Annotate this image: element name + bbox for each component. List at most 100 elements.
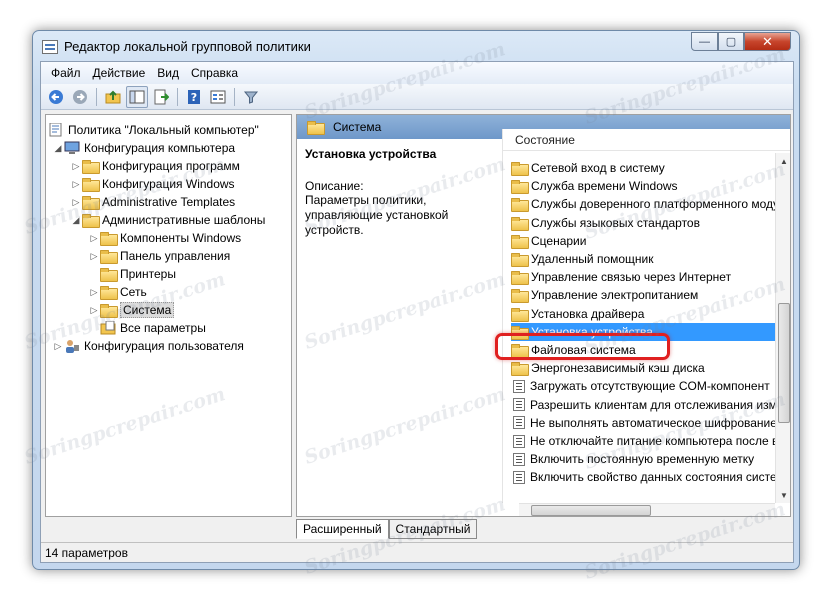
description-panel: Установка устройства Описание: Параметры… [297,139,502,509]
folder-icon [511,289,529,304]
collapsed-arrow-icon[interactable]: ▷ [70,161,82,172]
list-item[interactable]: Службы доверенного платформенного моду [511,195,781,213]
folder-icon [100,286,118,300]
tree-item-root[interactable]: Политика "Локальный компьютер" [48,121,259,139]
tab-extended[interactable]: Расширенный [296,519,389,539]
tab-standard[interactable]: Стандартный [388,519,478,539]
column-header-state[interactable]: Состояние [503,129,790,151]
tree-item-admin-templates-en[interactable]: ▷ Administrative Templates [70,193,235,211]
folder-icon [511,362,529,377]
help-button[interactable]: ? [183,86,205,108]
view-tabs: Расширенный Стандартный [296,519,478,539]
forward-icon [73,89,87,104]
description-label: Описание: [305,179,364,193]
list-item[interactable]: Не выполнять автоматическое шифрование [511,414,781,432]
show-hide-tree-button[interactable] [126,85,148,108]
show-hide-tree-icon [129,90,145,103]
list-item[interactable]: Загружать отсутствующие COM-компонент [511,377,781,395]
tree-item-control-panel[interactable]: ▷ Панель управления [88,247,230,265]
folder-icon [511,198,529,213]
list-item[interactable]: Энергонезависимый кэш диска [511,359,781,377]
settings-list[interactable]: Состояние Сетевой вход в систему Служба в… [502,129,790,503]
list-item[interactable]: Сценарии [511,232,781,250]
open-folder-icon [100,304,118,318]
list-item[interactable]: Не отключайте питание компьютера после в [511,432,781,450]
tree-item-system[interactable]: ▷ Система [88,301,175,319]
list-item[interactable]: Управление связью через Интернет [511,268,781,286]
tree-item-computer-config[interactable]: ◢ Конфигурация компьютера [52,139,236,157]
list-item[interactable]: Установка драйвера [511,305,781,323]
tree-item-all-settings[interactable]: Все параметры [88,319,206,337]
list-item-label: Не выполнять автоматическое шифрование [530,415,777,430]
toolbar-separator [234,87,235,106]
collapsed-arrow-icon[interactable]: ▷ [70,179,82,190]
menu-file[interactable]: Файл [45,66,87,80]
tree-item-printers[interactable]: Принтеры [88,265,176,283]
collapsed-arrow-icon[interactable]: ▷ [88,251,100,262]
collapsed-arrow-icon[interactable]: ▷ [52,341,64,352]
tree-item-label: Administrative Templates [102,195,236,209]
collapsed-arrow-icon[interactable]: ▷ [88,305,100,316]
list-item[interactable]: Включить свойство данных состояния систе… [511,468,781,486]
tree-item-network[interactable]: ▷ Сеть [88,283,147,301]
tree-item-label: Все параметры [120,321,206,335]
collapsed-arrow-icon[interactable]: ▷ [88,233,100,244]
list-item-label: Включить свойство данных состояния систе… [530,470,781,485]
folder-icon [100,268,118,282]
folder-icon [82,214,100,228]
filter-button[interactable] [240,86,262,108]
close-button[interactable]: ✕ [744,32,791,51]
scroll-down-icon[interactable]: ▼ [776,487,790,503]
export-list-icon [154,89,169,104]
up-folder-button[interactable] [102,86,124,108]
tree-item-software-config[interactable]: ▷ Конфигурация программ [70,157,240,175]
highlight-annotation [495,333,670,360]
list-item[interactable]: Управление электропитанием [511,286,781,304]
toolbar-separator [96,87,97,106]
expanded-arrow-icon[interactable]: ◢ [70,215,82,226]
list-item[interactable]: Службы языковых стандартов [511,214,781,232]
tree-item-label: Конфигурация программ [102,159,240,173]
menu-help[interactable]: Справка [185,66,244,80]
close-icon: ✕ [762,33,773,49]
collapsed-arrow-icon[interactable]: ▷ [70,197,82,208]
properties-button[interactable] [207,86,229,108]
folder-icon [82,178,100,192]
tree-item-admin-templates[interactable]: ◢ Административные шаблоны [70,211,265,229]
list-item[interactable]: Разрешить клиентам для отслеживания изме [511,396,781,414]
list-item[interactable]: Включить постоянную временную метку [511,450,781,468]
policy-setting-icon [513,452,525,466]
horizontal-scrollbar[interactable] [519,503,775,516]
minimize-button[interactable]: — [691,32,718,51]
folder-icon [82,160,100,174]
list-item-label: Разрешить клиентам для отслеживания изме [530,397,781,412]
vertical-scrollbar[interactable]: ▲ ▼ [775,153,790,503]
tree-item-user-config[interactable]: ▷ Конфигурация пользователя [52,337,244,355]
list-item-label: Загружать отсутствующие COM-компонент [530,379,770,394]
tree-item-windows-components[interactable]: ▷ Компоненты Windows [88,229,241,247]
scroll-thumb[interactable] [778,303,790,423]
menu-action[interactable]: Действие [87,66,152,80]
maximize-button[interactable]: ▢ [718,32,744,51]
menu-view[interactable]: Вид [151,66,185,80]
policy-tree[interactable]: Политика "Локальный компьютер" ◢ Конфигу… [45,114,292,517]
collapsed-arrow-icon[interactable]: ▷ [88,287,100,298]
forward-button[interactable] [69,86,91,108]
tree-item-label: Политика "Локальный компьютер" [68,123,259,137]
scroll-up-icon[interactable]: ▲ [776,153,790,169]
export-list-button[interactable] [150,86,172,108]
list-item-label: Включить постоянную временную метку [530,452,755,467]
properties-icon [210,90,226,103]
list-item[interactable]: Сетевой вход в систему [511,159,781,177]
list-item[interactable]: Служба времени Windows [511,177,781,195]
folder-icon [511,234,529,249]
folder-icon [511,307,529,322]
folder-icon [511,216,529,231]
title-bar[interactable]: Редактор локальной групповой политики — … [33,31,799,61]
hscroll-thumb[interactable] [531,505,651,516]
back-button[interactable] [45,86,67,108]
list-item[interactable]: Удаленный помощник [511,250,781,268]
list-item-label: Службы языковых стандартов [531,215,700,230]
tree-item-windows-config[interactable]: ▷ Конфигурация Windows [70,175,235,193]
expanded-arrow-icon[interactable]: ◢ [52,143,64,154]
